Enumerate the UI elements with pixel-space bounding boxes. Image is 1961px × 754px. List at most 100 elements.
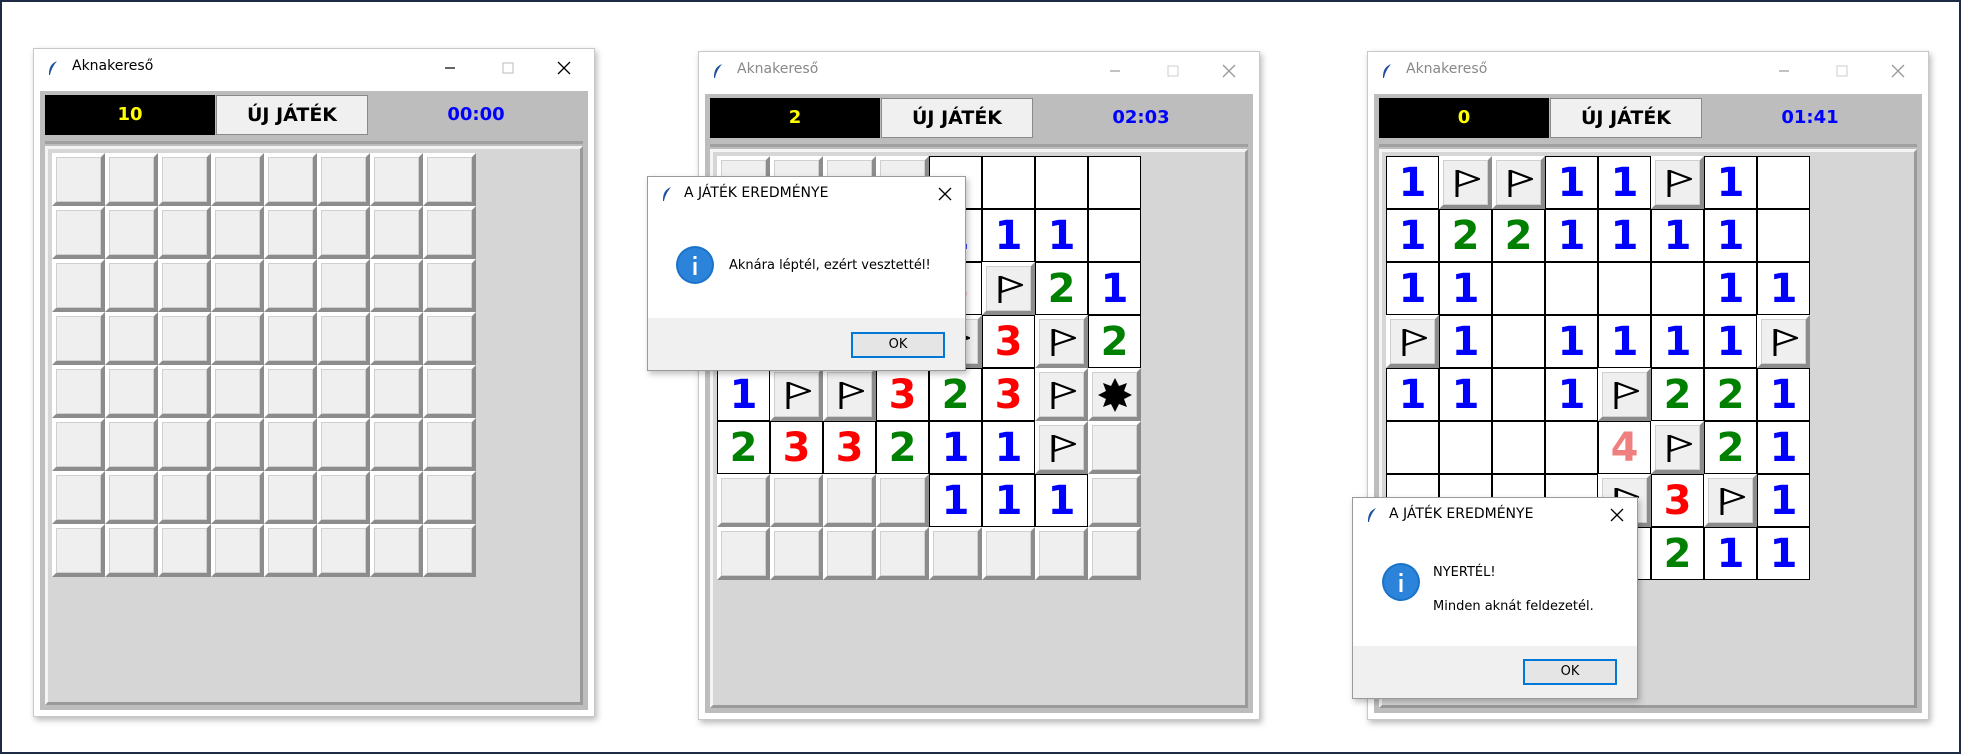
cell-mine[interactable] bbox=[1088, 368, 1141, 421]
cell-covered[interactable] bbox=[105, 312, 158, 365]
cell-number[interactable]: 2 bbox=[1651, 527, 1704, 580]
cell-covered[interactable] bbox=[317, 259, 370, 312]
cell-number[interactable]: 1 bbox=[1545, 209, 1598, 262]
cell-empty[interactable] bbox=[1088, 209, 1141, 262]
cell-covered[interactable] bbox=[823, 474, 876, 527]
cell-covered[interactable] bbox=[1088, 474, 1141, 527]
cell-flagged[interactable] bbox=[1757, 315, 1810, 368]
cell-number[interactable]: 1 bbox=[1439, 368, 1492, 421]
cell-number[interactable]: 1 bbox=[1651, 315, 1704, 368]
close-icon[interactable] bbox=[1215, 57, 1243, 85]
cell-number[interactable]: 2 bbox=[717, 421, 770, 474]
cell-covered[interactable] bbox=[317, 153, 370, 206]
cell-covered[interactable] bbox=[158, 418, 211, 471]
cell-empty[interactable] bbox=[1035, 156, 1088, 209]
cell-covered[interactable] bbox=[982, 527, 1035, 580]
cell-number[interactable]: 1 bbox=[1757, 368, 1810, 421]
cell-covered[interactable] bbox=[423, 365, 476, 418]
cell-covered[interactable] bbox=[1088, 421, 1141, 474]
cell-number[interactable]: 1 bbox=[1757, 527, 1810, 580]
ok-button[interactable]: OK bbox=[851, 332, 945, 358]
cell-covered[interactable] bbox=[105, 365, 158, 418]
cell-covered[interactable] bbox=[317, 206, 370, 259]
cell-covered[interactable] bbox=[158, 524, 211, 577]
cell-covered[interactable] bbox=[264, 471, 317, 524]
cell-covered[interactable] bbox=[717, 527, 770, 580]
cell-covered[interactable] bbox=[211, 365, 264, 418]
cell-number[interactable]: 1 bbox=[1757, 421, 1810, 474]
cell-covered[interactable] bbox=[52, 206, 105, 259]
cell-covered[interactable] bbox=[264, 206, 317, 259]
cell-number[interactable]: 1 bbox=[1757, 262, 1810, 315]
cell-number[interactable]: 3 bbox=[876, 368, 929, 421]
cell-empty[interactable] bbox=[1757, 156, 1810, 209]
maximize-icon[interactable] bbox=[1159, 57, 1187, 85]
cell-number[interactable]: 1 bbox=[929, 421, 982, 474]
cell-number[interactable]: 1 bbox=[1704, 262, 1757, 315]
cell-covered[interactable] bbox=[423, 471, 476, 524]
cell-number[interactable]: 1 bbox=[1545, 368, 1598, 421]
cell-number[interactable]: 1 bbox=[1386, 156, 1439, 209]
cell-number[interactable]: 1 bbox=[1439, 315, 1492, 368]
cell-covered[interactable] bbox=[423, 312, 476, 365]
cell-covered[interactable] bbox=[211, 206, 264, 259]
cell-number[interactable]: 1 bbox=[1035, 209, 1088, 262]
close-icon[interactable] bbox=[1884, 57, 1912, 85]
cell-covered[interactable] bbox=[52, 259, 105, 312]
cell-covered[interactable] bbox=[1035, 527, 1088, 580]
cell-flagged[interactable] bbox=[982, 262, 1035, 315]
cell-flagged[interactable] bbox=[1035, 315, 1088, 368]
cell-number[interactable]: 1 bbox=[1598, 209, 1651, 262]
cell-number[interactable]: 2 bbox=[929, 368, 982, 421]
cell-empty[interactable] bbox=[1545, 262, 1598, 315]
cell-number[interactable]: 1 bbox=[1386, 368, 1439, 421]
dialog-title-bar[interactable]: A JÁTÉK EREDMÉNYE bbox=[648, 177, 965, 211]
new-game-button[interactable]: ÚJ JÁTÉK bbox=[216, 95, 368, 135]
cell-number[interactable]: 2 bbox=[1492, 209, 1545, 262]
cell-covered[interactable] bbox=[211, 312, 264, 365]
cell-covered[interactable] bbox=[264, 418, 317, 471]
dialog-title-bar[interactable]: A JÁTÉK EREDMÉNYE bbox=[1353, 498, 1637, 532]
cell-covered[interactable] bbox=[264, 365, 317, 418]
cell-number[interactable]: 1 bbox=[1651, 209, 1704, 262]
cell-empty[interactable] bbox=[1757, 209, 1810, 262]
cell-number[interactable]: 1 bbox=[1439, 262, 1492, 315]
cell-number[interactable]: 2 bbox=[1439, 209, 1492, 262]
title-bar[interactable]: Aknakereső bbox=[699, 52, 1259, 90]
cell-flagged[interactable] bbox=[823, 368, 876, 421]
cell-covered[interactable] bbox=[770, 527, 823, 580]
cell-covered[interactable] bbox=[317, 418, 370, 471]
cell-covered[interactable] bbox=[264, 153, 317, 206]
cell-covered[interactable] bbox=[370, 524, 423, 577]
cell-number[interactable]: 1 bbox=[1757, 474, 1810, 527]
cell-covered[interactable] bbox=[211, 259, 264, 312]
cell-covered[interactable] bbox=[52, 312, 105, 365]
cell-empty[interactable] bbox=[1651, 262, 1704, 315]
cell-number[interactable]: 1 bbox=[1386, 262, 1439, 315]
cell-number[interactable]: 1 bbox=[1386, 209, 1439, 262]
cell-covered[interactable] bbox=[52, 418, 105, 471]
cell-number[interactable]: 3 bbox=[1651, 474, 1704, 527]
minimize-icon[interactable] bbox=[1770, 57, 1798, 85]
cell-covered[interactable] bbox=[105, 418, 158, 471]
cell-number[interactable]: 2 bbox=[1651, 368, 1704, 421]
cell-covered[interactable] bbox=[370, 312, 423, 365]
minimize-icon[interactable] bbox=[436, 54, 464, 82]
cell-number[interactable]: 1 bbox=[929, 474, 982, 527]
cell-covered[interactable] bbox=[823, 527, 876, 580]
cell-covered[interactable] bbox=[1088, 527, 1141, 580]
cell-covered[interactable] bbox=[52, 153, 105, 206]
cell-covered[interactable] bbox=[264, 312, 317, 365]
cell-covered[interactable] bbox=[423, 153, 476, 206]
cell-number[interactable]: 2 bbox=[1704, 368, 1757, 421]
cell-covered[interactable] bbox=[211, 418, 264, 471]
cell-covered[interactable] bbox=[158, 259, 211, 312]
cell-empty[interactable] bbox=[1439, 421, 1492, 474]
cell-empty[interactable] bbox=[1492, 368, 1545, 421]
cell-empty[interactable] bbox=[1386, 421, 1439, 474]
cell-flagged[interactable] bbox=[1439, 156, 1492, 209]
cell-covered[interactable] bbox=[423, 418, 476, 471]
cell-covered[interactable] bbox=[158, 206, 211, 259]
maximize-icon[interactable] bbox=[1828, 57, 1856, 85]
cell-flagged[interactable] bbox=[1035, 368, 1088, 421]
